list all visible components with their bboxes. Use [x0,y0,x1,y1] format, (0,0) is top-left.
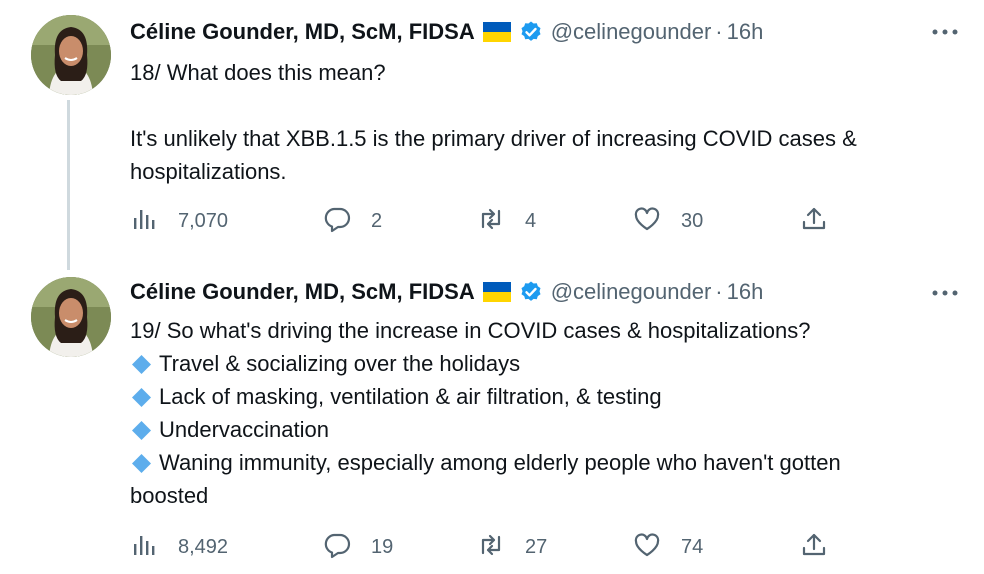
tweet-header: Céline Gounder, MD, ScM, FIDSA @celinego… [130,15,763,49]
author-name[interactable]: Céline Gounder, MD, ScM, FIDSA [130,279,475,305]
tweet-header: Céline Gounder, MD, ScM, FIDSA @celinego… [130,275,763,309]
speech-bubble-icon [323,205,351,238]
retweet-arrows-icon [477,205,505,238]
heart-icon [633,205,661,238]
verified-badge-icon[interactable] [519,280,543,304]
retweets-count: 4 [525,209,537,232]
ukraine-flag-icon [482,282,511,302]
likes-count: 30 [681,209,704,232]
author-handle[interactable]: @celinegounder [551,279,712,305]
reply-button[interactable]: 2 [323,201,382,241]
speech-bubble-icon [323,531,351,564]
bullet-text: Waning immunity, especially among elderl… [159,450,841,475]
action-bar: 8,492 19 27 74 [130,527,850,567]
heart-icon [633,531,661,564]
avatar[interactable] [31,277,111,357]
views-count: 8,492 [178,535,229,558]
views-count: 7,070 [178,209,229,232]
like-button[interactable]: 30 [633,201,703,241]
author-handle[interactable]: @celinegounder [551,19,712,45]
ukraine-flag-icon [482,22,511,42]
bullet-item: Lack of masking, ventilation & air filtr… [130,380,960,413]
reply-button[interactable]: 19 [323,527,393,567]
separator-dot: · [715,19,723,44]
tweet-line: boosted [130,483,209,508]
more-dots-icon[interactable] [930,283,960,303]
bullet-text: Travel & socializing over the holidays [159,351,521,376]
views-button[interactable]: 8,492 [130,527,228,567]
tweet-line: 19/ So what's driving the increase in CO… [130,318,811,343]
share-button[interactable] [800,201,828,241]
tweet-line: It's unlikely that XBB.1.5 is the primar… [130,126,857,151]
blue-diamond-icon [130,451,153,474]
avatar[interactable] [31,15,111,95]
timestamp[interactable]: 16h [727,279,764,305]
tweet-text: 19/ So what's driving the increase in CO… [130,314,960,512]
retweet-button[interactable]: 4 [477,201,536,241]
retweet-arrows-icon [477,531,505,564]
tweet-line: 18/ What does this mean? [130,60,386,85]
replies-count: 19 [371,535,394,558]
tweet-19[interactable]: Céline Gounder, MD, ScM, FIDSA @celinego… [0,265,984,574]
tweet-text: 18/ What does this mean? It's unlikely t… [130,56,960,188]
share-upload-icon [800,205,828,238]
tweet-18[interactable]: Céline Gounder, MD, ScM, FIDSA @celinego… [0,0,984,265]
retweet-button[interactable]: 27 [477,527,547,567]
action-bar: 7,070 2 4 30 [130,201,850,241]
blue-diamond-icon [130,418,153,441]
bullet-item: Travel & socializing over the holidays [130,347,960,380]
likes-count: 74 [681,535,704,558]
bullet-item: Waning immunity, especially among elderl… [130,446,960,479]
author-name[interactable]: Céline Gounder, MD, ScM, FIDSA [130,19,475,45]
replies-count: 2 [371,209,383,232]
blue-diamond-icon [130,352,153,375]
tweet-line: hospitalizations. [130,159,287,184]
bullet-text: Undervaccination [159,417,329,442]
views-button[interactable]: 7,070 [130,201,228,241]
timestamp[interactable]: 16h [727,19,764,45]
like-button[interactable]: 74 [633,527,703,567]
paragraph-break [130,89,960,122]
retweets-count: 27 [525,535,548,558]
separator-dot: · [715,279,723,304]
verified-badge-icon[interactable] [519,20,543,44]
more-dots-icon[interactable] [930,22,960,42]
bullet-text: Lack of masking, ventilation & air filtr… [159,384,662,409]
bullet-item: Undervaccination [130,413,960,446]
bar-chart-icon [130,531,158,564]
share-button[interactable] [800,527,828,567]
bar-chart-icon [130,205,158,238]
blue-diamond-icon [130,385,153,408]
share-upload-icon [800,531,828,564]
